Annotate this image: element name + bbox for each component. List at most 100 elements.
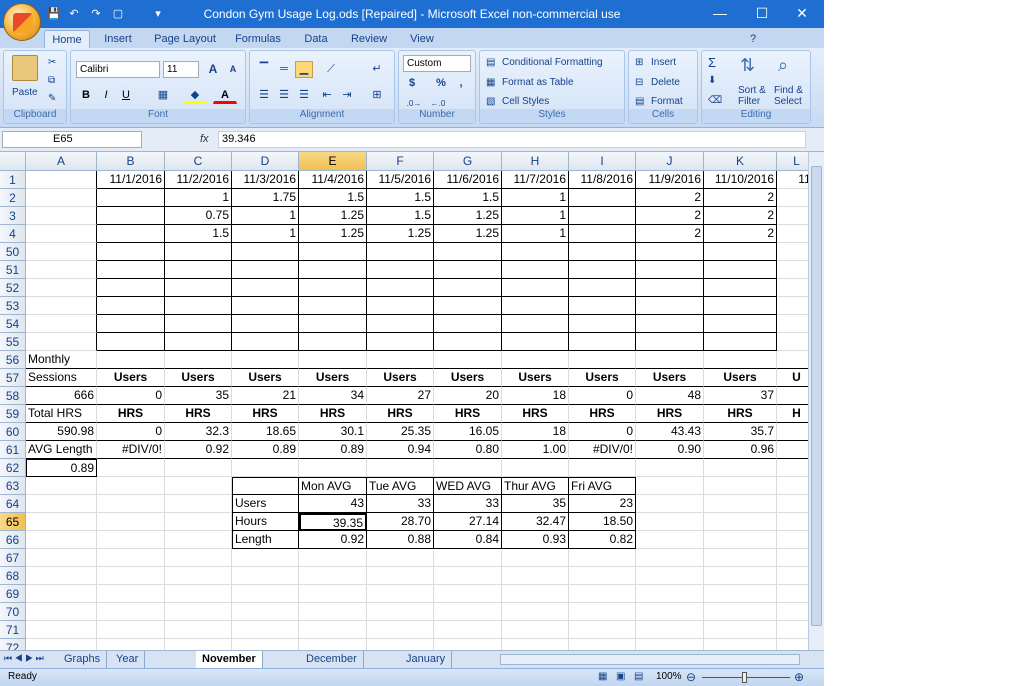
cell-d58[interactable]: 21 <box>232 387 299 405</box>
cell-i61[interactable]: #DIV/0! <box>569 441 636 459</box>
cell-d71[interactable] <box>232 621 299 639</box>
row-header-66[interactable]: 66 <box>0 531 26 549</box>
cell-e56[interactable] <box>299 351 367 369</box>
cell-i69[interactable] <box>569 585 636 603</box>
column-header-l[interactable]: L <box>777 152 808 171</box>
cell-b70[interactable] <box>97 603 165 621</box>
cell-g1[interactable]: 11/6/2016 <box>434 171 502 189</box>
cell-f71[interactable] <box>367 621 434 639</box>
cell-c65[interactable] <box>165 513 232 531</box>
cell-l69[interactable] <box>777 585 808 603</box>
column-header-e[interactable]: E <box>299 152 367 171</box>
cell-l58[interactable] <box>777 387 808 405</box>
cell-i59[interactable]: HRS <box>569 405 636 423</box>
decrease-indent-icon[interactable]: ⇤ <box>318 87 336 104</box>
cell-c61[interactable]: 0.92 <box>165 441 232 459</box>
cell-k58[interactable]: 37 <box>704 387 777 405</box>
cell-l70[interactable] <box>777 603 808 621</box>
cell-l64[interactable] <box>777 495 808 513</box>
cell-i67[interactable] <box>569 549 636 567</box>
cell-a63[interactable] <box>26 477 97 495</box>
percent-button[interactable]: % <box>433 75 449 92</box>
cell-b65[interactable] <box>97 513 165 531</box>
cell-j51[interactable] <box>636 261 704 279</box>
cell-b67[interactable] <box>97 549 165 567</box>
cell-g2[interactable]: 1.5 <box>434 189 502 207</box>
cell-l66[interactable] <box>777 531 808 549</box>
cell-j64[interactable] <box>636 495 704 513</box>
cell-k70[interactable] <box>704 603 777 621</box>
cell-b54[interactable] <box>97 315 165 333</box>
row-header-63[interactable]: 63 <box>0 477 26 495</box>
vertical-scroll-thumb[interactable] <box>811 166 822 626</box>
sheet-tab-year-to-date[interactable]: Year to date <box>110 651 146 686</box>
cell-h58[interactable]: 18 <box>502 387 569 405</box>
cell-d72[interactable] <box>232 639 299 650</box>
row-header-71[interactable]: 71 <box>0 621 26 639</box>
cell-g72[interactable] <box>434 639 502 650</box>
cell-j4[interactable]: 2 <box>636 225 704 243</box>
cell-c59[interactable]: HRS <box>165 405 232 423</box>
cell-f62[interactable] <box>367 459 434 477</box>
cell-c69[interactable] <box>165 585 232 603</box>
align-bottom-icon[interactable]: ▁ <box>295 61 313 78</box>
cell-d4[interactable]: 1 <box>232 225 299 243</box>
cell-d55[interactable] <box>232 333 299 351</box>
copy-icon[interactable]: ⧉ <box>48 75 55 86</box>
cell-j3[interactable]: 2 <box>636 207 704 225</box>
cell-f59[interactable]: HRS <box>367 405 434 423</box>
column-header-c[interactable]: C <box>165 152 232 171</box>
cell-k69[interactable] <box>704 585 777 603</box>
cell-c52[interactable] <box>165 279 232 297</box>
cell-d54[interactable] <box>232 315 299 333</box>
page-layout-view-icon[interactable]: ▣ <box>616 671 625 682</box>
format-painter-icon[interactable]: ✎ <box>48 93 56 104</box>
cell-j72[interactable] <box>636 639 704 650</box>
cell-e66[interactable]: 0.92 <box>299 531 367 549</box>
cell-b4[interactable] <box>97 225 165 243</box>
cell-d1[interactable]: 11/3/2016 <box>232 171 299 189</box>
cell-b71[interactable] <box>97 621 165 639</box>
row-header-60[interactable]: 60 <box>0 423 26 441</box>
column-header-j[interactable]: J <box>636 152 704 171</box>
cell-k55[interactable] <box>704 333 777 351</box>
cell-k64[interactable] <box>704 495 777 513</box>
column-header-b[interactable]: B <box>97 152 165 171</box>
cell-k56[interactable] <box>704 351 777 369</box>
cell-a66[interactable] <box>26 531 97 549</box>
cell-c4[interactable]: 1.5 <box>165 225 232 243</box>
cell-h67[interactable] <box>502 549 569 567</box>
cell-l57[interactable]: U <box>777 369 808 387</box>
cell-k68[interactable] <box>704 567 777 585</box>
cell-j65[interactable] <box>636 513 704 531</box>
cell-l55[interactable] <box>777 333 808 351</box>
normal-view-icon[interactable]: ▦ <box>598 671 607 682</box>
sheet-tab-graphs[interactable]: Graphs <box>58 651 108 668</box>
insert-cells-icon[interactable]: ⊞ <box>635 57 643 68</box>
cell-k67[interactable] <box>704 549 777 567</box>
cell-a2[interactable] <box>26 189 97 207</box>
row-header-52[interactable]: 52 <box>0 279 26 297</box>
row-header-2[interactable]: 2 <box>0 189 26 207</box>
zoom-in-icon[interactable]: ⊕ <box>794 670 804 684</box>
customize-qat-icon[interactable]: ▾ <box>150 6 166 22</box>
row-header-54[interactable]: 54 <box>0 315 26 333</box>
cell-g58[interactable]: 20 <box>434 387 502 405</box>
cell-h59[interactable]: HRS <box>502 405 569 423</box>
sheet-tab-november-2015[interactable]: November 2015 <box>196 651 263 681</box>
cell-i4[interactable] <box>569 225 636 243</box>
zoom-out-icon[interactable]: ⊖ <box>686 670 696 684</box>
row-header-62[interactable]: 62 <box>0 459 26 477</box>
cell-b72[interactable] <box>97 639 165 650</box>
cell-k4[interactable]: 2 <box>704 225 777 243</box>
cell-i58[interactable]: 0 <box>569 387 636 405</box>
cell-a70[interactable] <box>26 603 97 621</box>
sheet-nav-arrows-icon[interactable]: ⏮ ◀ ▶ ⏭ <box>4 653 44 664</box>
sort-filter-icon[interactable]: ⇅ <box>740 55 755 76</box>
cell-k66[interactable] <box>704 531 777 549</box>
cell-c58[interactable]: 35 <box>165 387 232 405</box>
cell-f66[interactable]: 0.88 <box>367 531 434 549</box>
cell-b60[interactable]: 0 <box>97 423 165 441</box>
cell-k51[interactable] <box>704 261 777 279</box>
cell-e57[interactable]: Users <box>299 369 367 387</box>
